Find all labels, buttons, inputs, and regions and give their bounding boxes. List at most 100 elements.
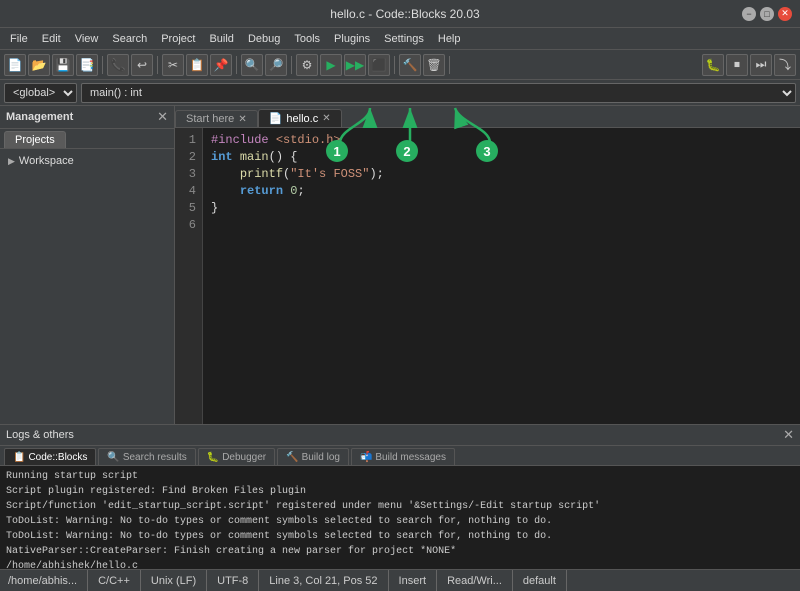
search-button[interactable]: 🔍: [241, 54, 263, 76]
projects-tab[interactable]: Projects: [4, 131, 66, 148]
log-tab-codeblocks[interactable]: 📋 Code::Blocks: [4, 448, 96, 465]
new-button[interactable]: 📄: [4, 54, 26, 76]
undo-button[interactable]: ↩: [131, 54, 153, 76]
buildlog-tab-icon: 🔨: [286, 452, 298, 463]
tab-start-here-label: Start here: [186, 113, 234, 125]
codeblocks-tab-label: Code::Blocks: [28, 452, 87, 463]
open-button[interactable]: 📂: [28, 54, 50, 76]
debug-start[interactable]: 🐛: [702, 54, 724, 76]
logs-header: Logs & others ✕: [0, 425, 800, 446]
tab-start-here-close[interactable]: ✕: [238, 114, 246, 125]
logs-area: Logs & others ✕ 📋 Code::Blocks 🔍 Search …: [0, 424, 800, 569]
logs-tabs: 📋 Code::Blocks 🔍 Search results 🐛 Debugg…: [0, 446, 800, 466]
settings-area: ⚙: [296, 54, 318, 76]
function-select[interactable]: main() : int: [81, 83, 796, 103]
title-bar: hello.c - Code::Blocks 20.03 − □ ✕: [0, 0, 800, 28]
cut-button[interactable]: ✂: [162, 54, 184, 76]
window-controls: − □ ✕: [742, 7, 792, 21]
editor-tabs: Start here ✕ 📄 hello.c ✕: [175, 106, 800, 128]
build-button[interactable]: ▶: [320, 54, 342, 76]
debug-stop[interactable]: ⏹: [726, 54, 748, 76]
log-message: Running startup script: [6, 469, 794, 484]
line-numbers: 123456: [175, 128, 203, 424]
tab-hello-c-label: hello.c: [286, 113, 318, 125]
menu-item-debug[interactable]: Debug: [242, 31, 286, 47]
sep6: [449, 56, 450, 74]
menu-item-settings[interactable]: Settings: [378, 31, 430, 47]
scope-select[interactable]: <global>: [4, 83, 77, 103]
sidebar-close-button[interactable]: ✕: [157, 109, 168, 125]
sidebar-title: Management: [6, 111, 73, 123]
menu-item-edit[interactable]: Edit: [36, 31, 67, 47]
copy-button[interactable]: 📋: [186, 54, 208, 76]
build2-button[interactable]: 🔨: [399, 54, 421, 76]
search2-button[interactable]: 🔎: [265, 54, 287, 76]
step-over[interactable]: ⏭: [750, 54, 772, 76]
logs-close-button[interactable]: ✕: [783, 427, 794, 443]
sidebar-content: ▶ Workspace: [0, 149, 174, 424]
step-into[interactable]: ⤵: [774, 54, 796, 76]
maximize-button[interactable]: □: [760, 7, 774, 21]
debugger-tab-icon: 🐛: [207, 452, 219, 463]
toolbar: 📄 📂 💾 📑 📞 ↩ ✂ 📋 📌 🔍 🔎 ⚙ ▶ ▶▶ ⬛ 🔨 🗑 🐛 ⏹ ⏭…: [0, 50, 800, 80]
status-position: Line 3, Col 21, Pos 52: [259, 570, 388, 591]
search-tab-label: Search results: [123, 452, 187, 463]
menu-bar: FileEditViewSearchProjectBuildDebugTools…: [0, 28, 800, 50]
tab-hello-c[interactable]: 📄 hello.c ✕: [258, 109, 342, 127]
status-bar: /home/abhis... C/C++ Unix (LF) UTF-8 Lin…: [0, 569, 800, 591]
sidebar: Management ✕ Projects ▶ Workspace: [0, 106, 175, 424]
workspace-label: Workspace: [19, 155, 74, 167]
log-tab-buildmsg[interactable]: 📬 Build messages: [351, 448, 455, 465]
debugger-tab-label: Debugger: [222, 452, 266, 463]
tab-start-here[interactable]: Start here ✕: [175, 110, 258, 127]
log-tab-search[interactable]: 🔍 Search results: [98, 448, 195, 465]
log-message: Script plugin registered: Find Broken Fi…: [6, 484, 794, 499]
log-message: ToDoList: Warning: No to-do types or com…: [6, 529, 794, 544]
sep4: [291, 56, 292, 74]
search-tab-icon: 🔍: [107, 452, 119, 463]
run-button[interactable]: ▶▶: [344, 54, 366, 76]
toolbar2: <global> main() : int: [0, 80, 800, 106]
logs-title: Logs & others: [6, 429, 74, 441]
projects-tab-bar: Projects: [0, 129, 174, 149]
log-tab-buildlog[interactable]: 🔨 Build log: [277, 448, 349, 465]
stop-button[interactable]: ⬛: [368, 54, 390, 76]
editor-area: Start here ✕ 📄 hello.c ✕ 123456 #include…: [175, 106, 800, 424]
buildmsg-tab-label: Build messages: [375, 452, 446, 463]
log-tab-debugger[interactable]: 🐛 Debugger: [198, 448, 275, 465]
phone-button[interactable]: 📞: [107, 54, 129, 76]
log-message: NativeParser::CreateParser: Finish creat…: [6, 544, 794, 559]
status-mode: Insert: [389, 570, 438, 591]
menu-item-view[interactable]: View: [69, 31, 105, 47]
clean-button[interactable]: 🗑: [423, 54, 445, 76]
buildlog-tab-label: Build log: [302, 452, 340, 463]
tree-arrow: ▶: [8, 156, 15, 167]
code-content[interactable]: #include <stdio.h> int main() { printf("…: [203, 128, 800, 424]
menu-item-help[interactable]: Help: [432, 31, 467, 47]
menu-item-project[interactable]: Project: [155, 31, 201, 47]
status-path: /home/abhis...: [8, 570, 88, 591]
menu-item-search[interactable]: Search: [106, 31, 153, 47]
paste-button[interactable]: 📌: [210, 54, 232, 76]
menu-item-file[interactable]: File: [4, 31, 34, 47]
status-language: C/C++: [88, 570, 141, 591]
menu-item-tools[interactable]: Tools: [288, 31, 326, 47]
sep5: [394, 56, 395, 74]
sidebar-header: Management ✕: [0, 106, 174, 129]
sep1: [102, 56, 103, 74]
codeblocks-tab-icon: 📋: [13, 452, 25, 463]
log-message: /home/abhishek/hello.c: [6, 559, 794, 569]
save-button[interactable]: 💾: [52, 54, 74, 76]
settings-button[interactable]: ⚙: [296, 54, 318, 76]
status-encoding: UTF-8: [207, 570, 259, 591]
close-button[interactable]: ✕: [778, 7, 792, 21]
code-editor[interactable]: 123456 #include <stdio.h> int main() { p…: [175, 128, 800, 424]
main-area: Management ✕ Projects ▶ Workspace Start …: [0, 106, 800, 424]
workspace-item[interactable]: ▶ Workspace: [4, 153, 170, 169]
save-all-button[interactable]: 📑: [76, 54, 98, 76]
menu-item-build[interactable]: Build: [203, 31, 239, 47]
menu-item-plugins[interactable]: Plugins: [328, 31, 376, 47]
minimize-button[interactable]: −: [742, 7, 756, 21]
tab-hello-c-close[interactable]: ✕: [322, 113, 330, 124]
title-text: hello.c - Code::Blocks 20.03: [68, 7, 742, 21]
